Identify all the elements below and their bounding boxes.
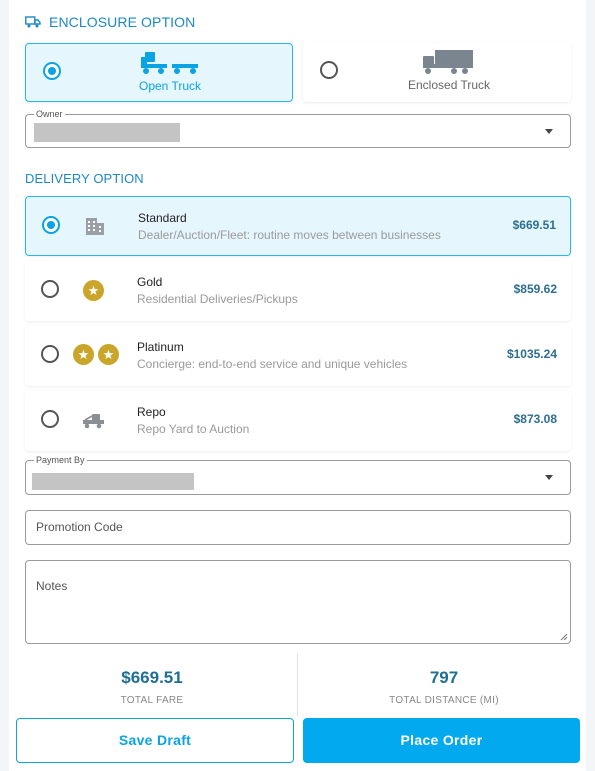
repo-desc: Repo Yard to Auction bbox=[137, 422, 250, 436]
save-draft-button[interactable]: Save Draft bbox=[16, 718, 294, 763]
payment-by-select[interactable]: Payment By bbox=[25, 455, 571, 495]
notes-placeholder: Notes bbox=[36, 579, 68, 593]
chevron-down-icon bbox=[545, 129, 553, 134]
enclosure-title-text: ENCLOSURE OPTION bbox=[49, 14, 196, 30]
star-icon: ★ bbox=[73, 344, 94, 365]
repo-price: $873.08 bbox=[513, 412, 557, 426]
repo-radio[interactable] bbox=[41, 410, 59, 428]
total-fare-value: $669.51 bbox=[121, 668, 183, 687]
standard-name: Standard bbox=[138, 211, 187, 225]
owner-select[interactable]: Owner bbox=[25, 109, 571, 148]
building-icon bbox=[86, 218, 104, 235]
payment-redacted-value bbox=[32, 473, 194, 490]
delivery-title-text: DELIVERY OPTION bbox=[25, 171, 144, 186]
platinum-radio[interactable] bbox=[41, 345, 59, 363]
place-order-button[interactable]: Place Order bbox=[303, 718, 580, 763]
total-distance-value: 797 bbox=[429, 668, 459, 687]
gold-name: Gold bbox=[137, 275, 163, 289]
delivery-option-standard[interactable]: Standard Dealer/Auction/Fleet: routine m… bbox=[25, 196, 571, 256]
enclosed-truck-radio[interactable] bbox=[320, 61, 338, 79]
owner-label: Owner bbox=[34, 109, 65, 119]
star-icon: ★ bbox=[98, 344, 119, 365]
tow-truck-icon bbox=[83, 414, 104, 429]
standard-desc: Dealer/Auction/Fleet: routine moves betw… bbox=[138, 228, 441, 242]
platinum-name: Platinum bbox=[137, 340, 184, 354]
repo-name: Repo bbox=[137, 405, 166, 419]
gold-desc: Residential Deliveries/Pickups bbox=[137, 292, 298, 306]
owner-redacted-value bbox=[34, 123, 180, 142]
open-truck-icon bbox=[141, 52, 198, 74]
delivery-option-repo[interactable]: Repo Repo Yard to Auction $873.08 bbox=[25, 391, 571, 451]
delivery-section-title: DELIVERY OPTION bbox=[25, 171, 144, 186]
truck-icon bbox=[25, 16, 41, 28]
total-distance-label: TOTAL DISTANCE (MI) bbox=[389, 695, 499, 706]
chevron-down-icon bbox=[545, 475, 553, 480]
promotion-code-input[interactable]: Promotion Code bbox=[25, 510, 571, 545]
delivery-option-platinum[interactable]: ★ ★ Platinum Concierge: end-to-end servi… bbox=[25, 326, 571, 386]
standard-radio[interactable] bbox=[42, 216, 60, 234]
notes-textarea[interactable]: Notes bbox=[25, 560, 571, 644]
enclosed-truck-option[interactable]: Enclosed Truck bbox=[303, 43, 571, 102]
open-truck-option[interactable]: Open Truck bbox=[25, 43, 293, 102]
gold-radio[interactable] bbox=[41, 280, 59, 298]
delivery-option-gold[interactable]: ★ Gold Residential Deliveries/Pickups $8… bbox=[25, 261, 571, 321]
enclosure-section-title: ENCLOSURE OPTION bbox=[25, 14, 195, 30]
star-icon: ★ bbox=[83, 280, 104, 301]
gold-price: $859.62 bbox=[513, 282, 557, 296]
resize-handle-icon[interactable] bbox=[560, 633, 568, 641]
platinum-price: $1035.24 bbox=[506, 347, 557, 361]
enclosed-truck-label: Enclosed Truck bbox=[408, 78, 491, 92]
total-fare-label: TOTAL FARE bbox=[120, 695, 184, 706]
payment-by-label: Payment By bbox=[34, 455, 87, 465]
standard-price: $669.51 bbox=[512, 218, 556, 232]
promotion-code-placeholder: Promotion Code bbox=[36, 520, 123, 534]
platinum-desc: Concierge: end-to-end service and unique… bbox=[137, 357, 408, 371]
enclosed-truck-icon bbox=[423, 50, 473, 74]
open-truck-radio[interactable] bbox=[43, 62, 61, 80]
open-truck-label: Open Truck bbox=[139, 79, 202, 93]
summary-divider bbox=[297, 654, 298, 716]
